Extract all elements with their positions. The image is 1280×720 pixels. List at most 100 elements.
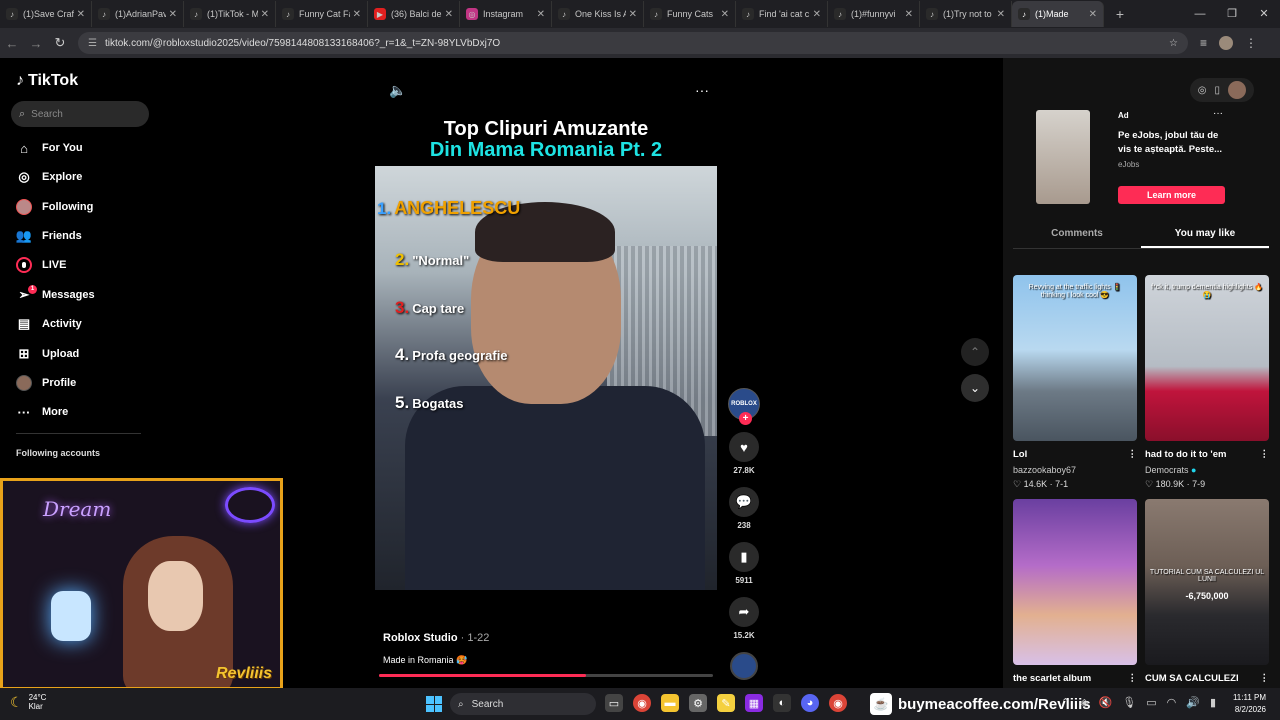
sidebar-item-explore[interactable]: ◎ Explore <box>16 166 82 188</box>
chevron-down-icon[interactable]: ⌄ <box>961 374 989 402</box>
close-tab-icon[interactable]: ✕ <box>629 9 637 20</box>
ad-image[interactable] <box>1036 110 1090 204</box>
chevron-up-icon[interactable]: ⌃ <box>961 338 989 366</box>
sidebar-item-profile[interactable]: Profile <box>16 372 76 394</box>
video-more-icon[interactable]: ··· <box>695 82 709 99</box>
reload-icon[interactable]: ↻ <box>48 35 72 51</box>
card-more-icon[interactable]: ⋮ <box>1128 673 1138 684</box>
video-thumbnail[interactable]: f*ck it, trump dementia highlights 🔥😭 <box>1145 275 1269 441</box>
app-icon[interactable]: ▦ <box>745 694 763 712</box>
sticky-notes-icon[interactable]: ✎ <box>717 694 735 712</box>
minimize-icon[interactable]: — <box>1184 0 1216 28</box>
close-tab-icon[interactable]: ✕ <box>813 9 821 20</box>
compass-small-icon[interactable]: ◎ <box>1198 85 1207 96</box>
recommended-video-card[interactable]: the scarlet album ⋮ <box>1013 499 1137 684</box>
tiktok-logo[interactable]: ♪ TikTok <box>16 72 78 90</box>
close-tab-icon[interactable]: ✕ <box>77 9 85 20</box>
file-explorer-icon[interactable]: ▬ <box>661 694 679 712</box>
site-info-icon[interactable]: ☰ <box>88 38 97 49</box>
maximize-icon[interactable]: ❐ <box>1216 0 1248 28</box>
recommended-video-card[interactable]: TUTORIAL CUM SA CALCULEZI UL LUNII -6,750… <box>1145 499 1269 684</box>
card-author-row[interactable]: bazzookaboy67 <box>1013 465 1137 475</box>
follow-plus-icon[interactable]: + <box>739 412 752 425</box>
card-more-icon[interactable]: ⋮ <box>1128 449 1138 460</box>
tray-chevron-icon[interactable]: ⌃ <box>1061 696 1070 709</box>
learn-more-button[interactable]: Learn more <box>1118 186 1225 204</box>
browser-tab[interactable]: ♪ Funny Cat Fa ✕ <box>276 1 368 27</box>
video-player[interactable]: 1. ANGHELESCU 2. "Normal" 3. Cap tare 4. Profa … <box>375 166 717 590</box>
browser-tab[interactable]: ♪ (1)Made ✕ <box>1012 1 1104 27</box>
sidebar-item-more[interactable]: ··· More <box>16 401 69 423</box>
video-progress-bar[interactable] <box>379 674 713 677</box>
video-thumbnail[interactable] <box>1013 499 1137 665</box>
search-input[interactable]: ⌕ Search <box>11 101 149 127</box>
creator-avatar[interactable]: ROBLOX + <box>728 388 760 425</box>
tray-mute-icon[interactable]: 🔇 <box>1099 696 1113 709</box>
tray-mic-icon[interactable]: 🎙 <box>1122 696 1136 709</box>
browser-tab[interactable]: ♪ One Kiss Is A ✕ <box>552 1 644 27</box>
sidebar-item-friends[interactable]: 👥 Friends <box>16 225 82 247</box>
close-tab-icon[interactable]: ✕ <box>721 9 729 20</box>
close-tab-icon[interactable]: ✕ <box>537 9 545 20</box>
video-thumbnail[interactable]: Revving at the traffic lights 🚦 thinking… <box>1013 275 1137 441</box>
music-disc-icon[interactable] <box>730 652 758 680</box>
url-field[interactable]: ☰ tiktok.com/@robloxstudio2025/video/759… <box>78 32 1188 54</box>
back-icon[interactable]: ← <box>0 36 24 51</box>
taskbar-search[interactable]: ⌕ Search <box>450 693 596 715</box>
card-more-icon[interactable]: ⋮ <box>1260 449 1270 460</box>
sidebar-item-live[interactable]: LIVE <box>16 254 66 276</box>
battery-icon[interactable]: ▮ <box>1210 696 1216 709</box>
comment-button[interactable]: 💬 238 <box>729 487 759 530</box>
volume-icon[interactable]: 🔈 <box>389 82 406 99</box>
sidebar-item-messages[interactable]: ➢ 1 Messages <box>16 284 95 306</box>
tray-app-icon[interactable]: ◈ <box>1080 696 1088 709</box>
share-button[interactable]: ➦ 15.2K <box>729 597 759 640</box>
tab-you-may-like[interactable]: You may like <box>1141 221 1269 248</box>
close-tab-icon[interactable]: ✕ <box>353 9 361 20</box>
recommended-video-card[interactable]: f*ck it, trump dementia highlights 🔥😭 had… <box>1145 275 1269 490</box>
browser-profile-avatar[interactable] <box>1219 36 1234 50</box>
close-tab-icon[interactable]: ✕ <box>169 9 177 20</box>
settings-icon[interactable]: ⚙ <box>689 694 707 712</box>
sidebar-item-activity[interactable]: ▤ Activity <box>16 313 82 335</box>
user-avatar[interactable] <box>1228 81 1246 99</box>
forward-icon[interactable]: → <box>24 36 48 51</box>
card-more-icon[interactable]: ⋮ <box>1260 673 1270 684</box>
tray-display-icon[interactable]: ▭ <box>1146 696 1156 709</box>
browser-tab[interactable]: ♪ Find 'ai cat c ✕ <box>736 1 828 27</box>
obs-icon[interactable]: ◐ <box>773 694 791 712</box>
chrome-icon[interactable]: ◉ <box>633 694 651 712</box>
recommended-video-card[interactable]: Revving at the traffic lights 🚦 thinking… <box>1013 275 1137 490</box>
browser-tab[interactable]: ♪ Funny Cats ✕ <box>644 1 736 27</box>
windows-start-icon[interactable] <box>426 696 442 712</box>
close-tab-icon[interactable]: ✕ <box>905 9 913 20</box>
volume-icon[interactable]: 🔊 <box>1186 696 1200 709</box>
tab-comments[interactable]: Comments <box>1013 221 1141 248</box>
sidebar-item-for-you[interactable]: ⌂ For You <box>16 137 82 159</box>
close-tab-icon[interactable]: ✕ <box>445 9 453 20</box>
sidebar-item-upload[interactable]: ⊞ Upload <box>16 343 80 365</box>
sidebar-item-following[interactable]: Following <box>16 196 93 218</box>
task-view-icon[interactable]: ▭ <box>605 694 623 712</box>
discord-icon[interactable]: ◕ <box>801 694 819 712</box>
browser-tab[interactable]: ♪ (1)TikTok - M ✕ <box>184 1 276 27</box>
close-tab-icon[interactable]: ✕ <box>1089 9 1097 20</box>
close-window-icon[interactable]: ✕ <box>1248 0 1280 28</box>
browser-tab[interactable]: ♪ (1)#funnyvi ✕ <box>828 1 920 27</box>
browser-tab[interactable]: ♪ (1)AdrianPav ✕ <box>92 1 184 27</box>
ad-more-icon[interactable]: ··· <box>1213 108 1223 119</box>
device-icon[interactable]: ▯ <box>1214 85 1220 96</box>
browser-tab[interactable]: ▶ (36) Balci de ✕ <box>368 1 460 27</box>
video-thumbnail[interactable]: TUTORIAL CUM SA CALCULEZI UL LUNII -6,750… <box>1145 499 1269 665</box>
bookmark-star-icon[interactable]: ☆ <box>1169 38 1178 49</box>
save-button[interactable]: ▮ 5911 <box>729 542 759 585</box>
weather-widget[interactable]: ☾ 24°C Klar <box>10 693 46 711</box>
system-clock[interactable]: 11:11 PM 8/2/2026 <box>1233 692 1266 716</box>
new-tab-button[interactable]: + <box>1110 6 1130 22</box>
video-author[interactable]: Roblox Studio · 1-22 <box>383 632 489 644</box>
browser-menu-icon[interactable]: ⋮ <box>1245 36 1257 50</box>
close-tab-icon[interactable]: ✕ <box>997 9 1005 20</box>
wifi-icon[interactable]: ◠ <box>1167 696 1177 709</box>
chrome-active-icon[interactable]: ◉ <box>829 694 847 712</box>
close-tab-icon[interactable]: ✕ <box>261 9 269 20</box>
